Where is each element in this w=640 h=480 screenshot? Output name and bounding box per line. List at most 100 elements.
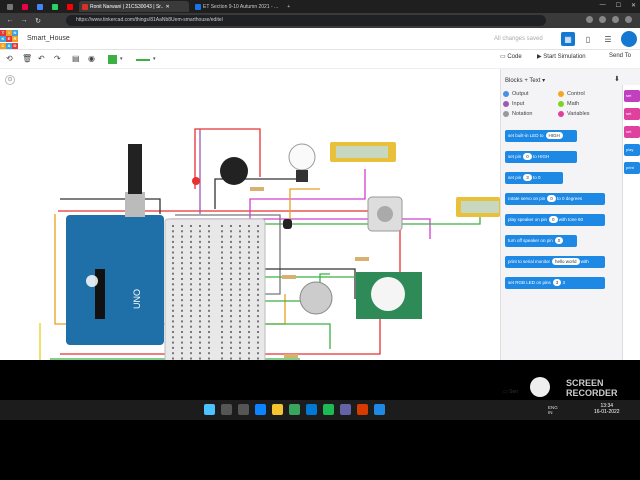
breadboard-hole[interactable] <box>190 331 192 333</box>
breadboard-hole[interactable] <box>248 331 250 333</box>
breadboard-hole[interactable] <box>221 262 223 265</box>
edge-icon[interactable] <box>306 404 317 415</box>
breadboard-hole[interactable] <box>199 225 201 227</box>
breadboard-hole[interactable] <box>230 256 232 259</box>
code-mode-select[interactable]: Blocks + Text ▾ <box>505 75 600 87</box>
breadboard-hole[interactable] <box>257 267 259 270</box>
breadboard-hole[interactable] <box>248 225 250 227</box>
new-tab-button[interactable]: + <box>284 1 293 12</box>
breadboard-hole[interactable] <box>239 262 241 265</box>
block-value[interactable]: 0 <box>549 216 558 223</box>
breadboard-hole[interactable] <box>221 336 223 339</box>
breadboard-hole[interactable] <box>230 246 232 249</box>
breadboard-hole[interactable] <box>257 293 259 296</box>
breadboard-hole[interactable] <box>248 240 250 243</box>
breadboard-hole[interactable] <box>221 299 223 302</box>
zoom-fit-icon[interactable]: ⊙ <box>5 75 15 85</box>
breadboard-hole[interactable] <box>208 304 210 307</box>
breadboard-hole[interactable] <box>257 304 259 307</box>
breadboard-hole[interactable] <box>239 278 241 280</box>
breadboard-hole[interactable] <box>248 267 250 270</box>
breadboard-hole[interactable] <box>248 325 250 328</box>
breadboard-hole[interactable] <box>257 251 259 254</box>
breadboard-hole[interactable] <box>248 262 250 265</box>
breadboard-hole[interactable] <box>239 225 241 227</box>
breadboard-hole[interactable] <box>230 288 232 291</box>
breadboard-hole[interactable] <box>230 225 232 227</box>
breadboard-hole[interactable] <box>248 288 250 291</box>
breadboard-hole[interactable] <box>257 331 259 333</box>
circuit-canvas[interactable]: ⊙ UNO <box>0 69 500 370</box>
spotify-icon[interactable] <box>323 404 334 415</box>
breadboard-hole[interactable] <box>208 256 210 259</box>
breadboard-hole[interactable] <box>257 262 259 265</box>
breadboard-hole[interactable] <box>239 320 241 323</box>
tab-misc[interactable] <box>49 1 61 12</box>
breadboard-hole[interactable] <box>257 240 259 243</box>
store-icon[interactable] <box>255 404 266 415</box>
breadboard-hole[interactable] <box>221 352 223 355</box>
breadboard-hole[interactable] <box>257 246 259 249</box>
breadboard-hole[interactable] <box>208 341 210 344</box>
component-list-icon[interactable]: ☰ <box>601 32 615 46</box>
breadboard-hole[interactable] <box>221 251 223 254</box>
breadboard-hole[interactable] <box>172 320 174 323</box>
breadboard-hole[interactable] <box>230 230 232 233</box>
code-button[interactable]: ▭ Code <box>500 53 522 60</box>
breadboard-hole[interactable] <box>190 283 192 286</box>
breadboard-hole[interactable] <box>172 283 174 286</box>
circuit-view-icon[interactable]: ▦ <box>561 32 575 46</box>
breadboard-hole[interactable] <box>172 293 174 296</box>
breadboard-hole[interactable] <box>239 341 241 344</box>
breadboard-hole[interactable] <box>199 336 201 339</box>
breadboard-hole[interactable] <box>230 320 232 323</box>
breadboard-hole[interactable] <box>181 262 183 265</box>
breadboard-hole[interactable] <box>221 346 223 349</box>
code-block[interactable]: turn off speaker on pin 0 <box>505 235 577 247</box>
breadboard-hole[interactable] <box>181 352 183 355</box>
breadboard-hole[interactable] <box>221 320 223 323</box>
breadboard-hole[interactable] <box>221 267 223 270</box>
breadboard-hole[interactable] <box>190 256 192 259</box>
breadboard-hole[interactable] <box>199 331 201 333</box>
breadboard-hole[interactable] <box>199 278 201 280</box>
breadboard-hole[interactable] <box>257 320 259 323</box>
breadboard-hole[interactable] <box>199 341 201 344</box>
breadboard-hole[interactable] <box>230 251 232 254</box>
breadboard-hole[interactable] <box>239 315 241 318</box>
breadboard-hole[interactable] <box>230 336 232 339</box>
clock[interactable]: 13:34 16-01-2022 <box>594 403 620 415</box>
breadboard-hole[interactable] <box>190 315 192 318</box>
code-block[interactable]: set pin 3 to 0 <box>505 172 563 184</box>
breadboard-hole[interactable] <box>230 278 232 280</box>
script-block[interactable]: play <box>624 144 640 156</box>
circuit-drawing[interactable]: UNO <box>0 69 500 370</box>
breadboard-hole[interactable] <box>181 315 183 318</box>
breadboard-hole[interactable] <box>221 283 223 286</box>
chrome-icon[interactable] <box>289 404 300 415</box>
usb-cable[interactable] <box>128 144 142 194</box>
redo-icon[interactable]: ↷ <box>54 54 61 63</box>
breadboard-hole[interactable] <box>248 346 250 349</box>
breadboard-hole[interactable] <box>199 299 201 302</box>
tab-misc[interactable] <box>4 1 16 12</box>
breadboard-hole[interactable] <box>199 267 201 270</box>
code-block[interactable]: set pin 0 to HIGH <box>505 151 577 163</box>
breadboard-hole[interactable] <box>199 251 201 254</box>
breadboard-hole[interactable] <box>248 336 250 339</box>
breadboard-hole[interactable] <box>208 352 210 355</box>
breadboard-hole[interactable] <box>208 346 210 349</box>
tab-misc[interactable] <box>19 1 31 12</box>
extension-icon[interactable] <box>599 16 606 23</box>
delete-icon[interactable]: 🗑 <box>22 54 32 63</box>
breadboard-hole[interactable] <box>190 341 192 344</box>
breadboard-hole[interactable] <box>248 304 250 307</box>
breadboard-hole[interactable] <box>190 225 192 227</box>
breadboard-hole[interactable] <box>257 272 259 275</box>
breadboard-hole[interactable] <box>181 325 183 328</box>
color-swatch[interactable] <box>108 55 117 64</box>
breadboard-hole[interactable] <box>208 235 210 238</box>
breadboard-hole[interactable] <box>190 320 192 323</box>
breadboard-hole[interactable] <box>190 240 192 243</box>
chevron-down-icon[interactable]: ▾ <box>120 56 123 62</box>
